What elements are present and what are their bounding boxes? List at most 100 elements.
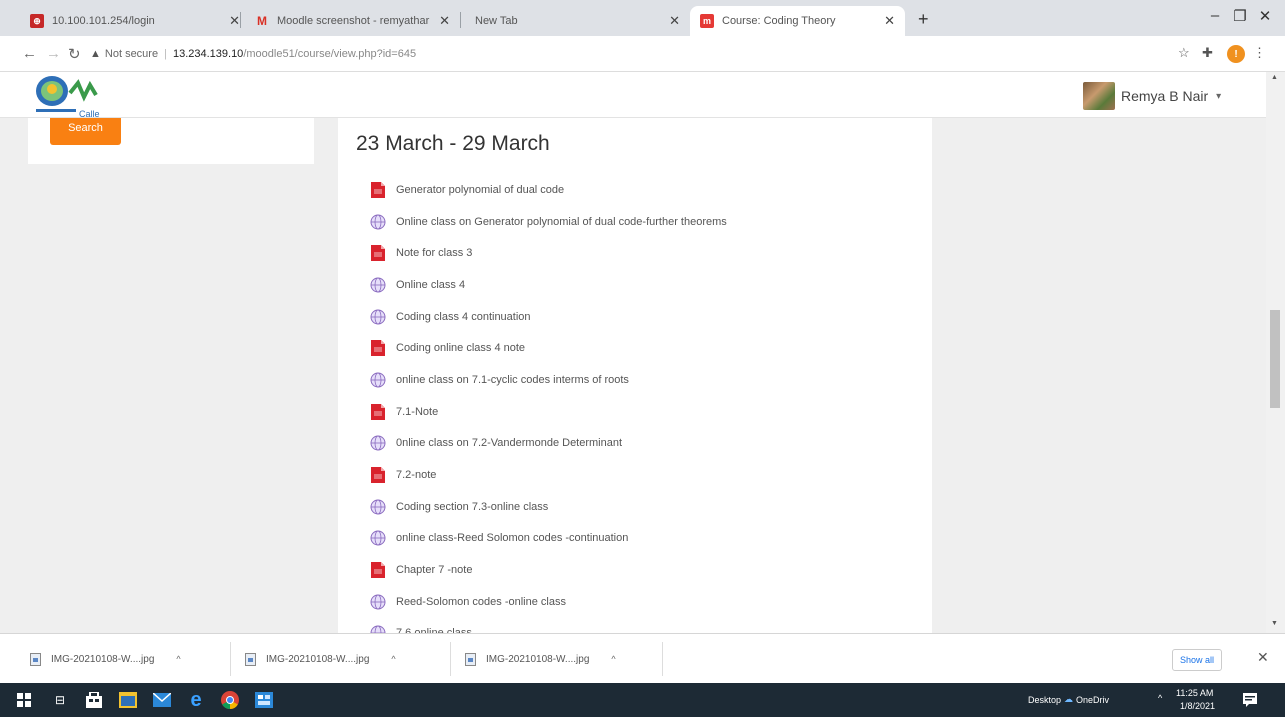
activity-item[interactable]: 7.2-note [370,459,727,491]
activity-item[interactable]: Chapter 7 -note [370,554,727,586]
onedrive-label[interactable]: OneDriv [1076,695,1109,705]
close-tab-icon[interactable]: ✕ [439,13,450,29]
notifications-icon[interactable] [1240,690,1260,710]
close-tab-icon[interactable]: ✕ [669,13,680,29]
chevron-up-icon[interactable]: ^ [391,654,395,664]
activity-link[interactable]: Note for class 3 [396,247,472,259]
activity-link[interactable]: 7.1-Note [396,406,438,418]
close-shelf-icon[interactable]: ✕ [1257,649,1269,666]
search-block: Search [28,118,314,164]
activity-item[interactable]: 7.6 online class [370,618,727,633]
onedrive-icon[interactable]: ☁ [1064,694,1073,705]
user-name[interactable]: Remya B Nair [1121,88,1208,104]
activity-link[interactable]: Chapter 7 -note [396,564,472,576]
extensions-icon[interactable]: ✚ [1202,45,1213,61]
activity-item[interactable]: Coding class 4 continuation [370,301,727,333]
scrollbar-thumb[interactable] [1270,310,1280,408]
activity-link[interactable]: 0nline class on 7.2-Vandermonde Determin… [396,437,622,449]
scroll-up-icon[interactable]: ▲ [1271,74,1278,81]
url-link-icon [370,530,386,546]
desktop-label[interactable]: Desktop [1028,695,1061,705]
activity-item[interactable]: Note for class 3 [370,237,727,269]
browser-tab-gmail[interactable]: M Moodle screenshot - remyathar ✕ [245,6,460,36]
activity-item[interactable]: Coding online class 4 note [370,332,727,364]
tray-chevron-icon[interactable]: ^ [1158,693,1162,703]
download-divider [662,642,663,676]
edge-icon[interactable]: e [186,689,206,711]
activity-link[interactable]: Online class on Generator polynomial of … [396,216,727,228]
close-window-icon[interactable]: ✕ [1250,7,1280,25]
activity-link[interactable]: Generator polynomial of dual code [396,184,564,196]
activity-link[interactable]: 7.2-note [396,469,436,481]
activity-item[interactable]: online class-Reed Solomon codes -continu… [370,523,727,555]
browser-tab-newtab[interactable]: New Tab ✕ [465,6,690,36]
activity-link[interactable]: Coding section 7.3-online class [396,501,548,513]
security-label[interactable]: Not secure [105,48,158,60]
download-item[interactable]: IMG-20210108-W....jpg ^ [30,634,181,684]
activity-item[interactable]: Generator polynomial of dual code [370,174,727,206]
url-link-icon [370,309,386,325]
address-bar[interactable]: ▲ Not secure | 13.234.139.10 /moodle51/c… [90,42,1175,66]
warning-icon[interactable]: ▲ [90,48,101,60]
scroll-down-icon[interactable]: ▼ [1271,620,1278,627]
download-shelf: IMG-20210108-W....jpg ^ IMG-20210108-W..… [0,633,1285,683]
bookmark-star-icon[interactable]: ☆ [1178,45,1190,61]
clock-time[interactable]: 11:25 AM [1176,688,1213,698]
activity-item[interactable]: Coding section 7.3-online class [370,491,727,523]
chevron-up-icon[interactable]: ^ [611,654,615,664]
show-all-button[interactable]: Show all [1172,649,1222,671]
clock-date[interactable]: 1/8/2021 [1180,701,1215,711]
activity-item[interactable]: 7.1-Note [370,396,727,428]
download-item[interactable]: IMG-20210108-W....jpg ^ [245,634,396,684]
activity-item[interactable]: online class on 7.1-cyclic codes interms… [370,364,727,396]
store-icon[interactable] [84,690,104,710]
browser-tab-course[interactable]: m Course: Coding Theory ✕ [690,6,905,36]
download-filename[interactable]: IMG-20210108-W....jpg [51,654,154,665]
user-menu[interactable]: Remya B Nair ▾ [1083,82,1221,110]
pdf-file-icon [370,403,386,420]
activity-link[interactable]: Online class 4 [396,279,465,291]
new-tab-button[interactable]: + [918,9,929,30]
windows-start-icon[interactable] [14,690,34,710]
chrome-icon[interactable] [220,690,240,710]
chevron-down-icon[interactable]: ▾ [1216,91,1221,102]
app-icon[interactable] [254,690,274,710]
close-tab-icon[interactable]: ✕ [884,13,895,29]
task-view-icon[interactable]: ⊟ [50,690,70,710]
user-avatar[interactable] [1083,82,1115,110]
tab-divider [240,12,241,28]
activity-item[interactable]: Online class on Generator polynomial of … [370,206,727,238]
activity-link[interactable]: Coding class 4 continuation [396,311,531,323]
menu-icon[interactable]: ⋮ [1253,45,1266,61]
url-link-icon [370,435,386,451]
pdf-file-icon [370,467,386,484]
download-filename[interactable]: IMG-20210108-W....jpg [486,654,589,665]
activity-item[interactable]: 0nline class on 7.2-Vandermonde Determin… [370,428,727,460]
photos-icon[interactable] [118,690,138,710]
download-item[interactable]: IMG-20210108-W....jpg ^ [465,634,616,684]
section-title: 23 March - 29 March [356,132,550,155]
forward-icon[interactable]: → [46,45,61,62]
mail-icon[interactable] [152,690,172,710]
activity-link[interactable]: Reed-Solomon codes -online class [396,596,566,608]
profile-avatar[interactable]: ! [1227,45,1245,63]
activity-item[interactable]: Reed-Solomon codes -online class [370,586,727,618]
activity-list: Generator polynomial of dual code Online … [370,174,727,633]
download-filename[interactable]: IMG-20210108-W....jpg [266,654,369,665]
close-tab-icon[interactable]: ✕ [229,13,240,29]
pdf-file-icon [370,562,386,579]
pdf-file-icon [370,245,386,262]
download-divider [450,642,451,676]
search-button[interactable]: Search [50,118,121,145]
back-icon[interactable]: ← [22,45,37,62]
reload-icon[interactable]: ↻ [68,45,81,63]
page-scrollbar[interactable]: ▲ ▼ [1266,72,1285,633]
activity-link[interactable]: online class on 7.1-cyclic codes interms… [396,374,629,386]
site-logo[interactable]: Calle [32,73,132,117]
chevron-up-icon[interactable]: ^ [176,654,180,664]
activity-item[interactable]: Online class 4 [370,269,727,301]
browser-tab-login[interactable]: ⊕ 10.100.101.254/login ✕ [20,6,250,36]
activity-link[interactable]: online class-Reed Solomon codes -continu… [396,532,628,544]
activity-link[interactable]: Coding online class 4 note [396,342,525,354]
url-separator: | [164,48,167,60]
